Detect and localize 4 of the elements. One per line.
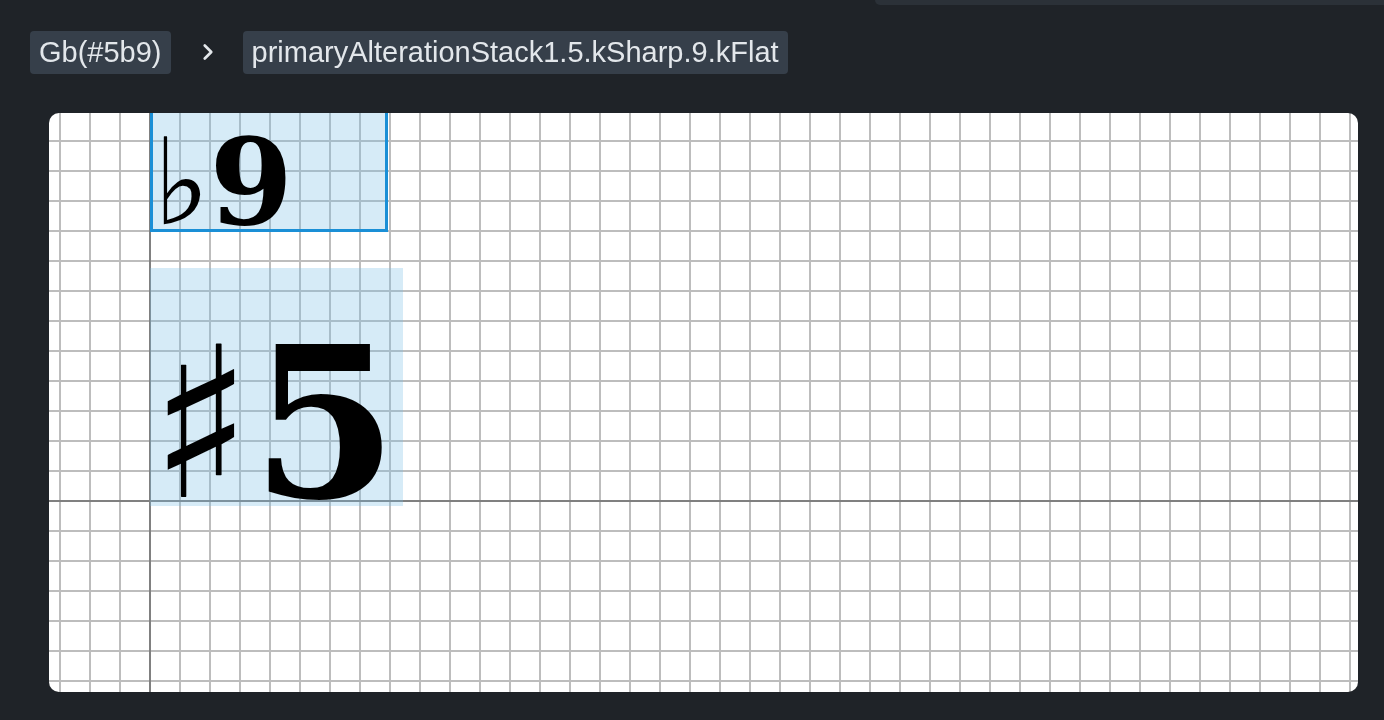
- glyph[interactable]: ♭9: [150, 113, 388, 232]
- breadcrumb-item[interactable]: primaryAlterationStack1.5.kSharp.9.kFlat: [242, 30, 788, 74]
- breadcrumb-item[interactable]: Gb(#5b9): [30, 30, 171, 74]
- glyph[interactable]: ♯5: [150, 268, 403, 506]
